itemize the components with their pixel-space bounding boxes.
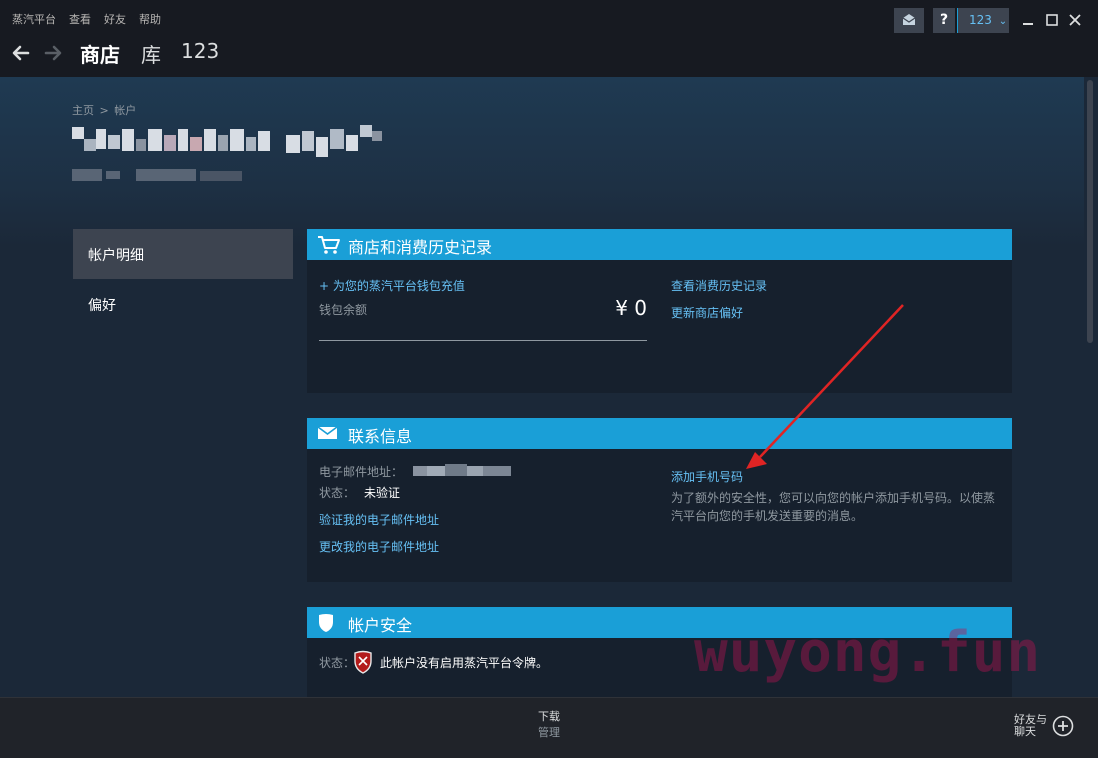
sidebar-item-preferences[interactable]: 偏好 [73, 279, 293, 329]
watermark: wuyong.fun [694, 620, 1042, 685]
add-funds-link[interactable]: + 为您的蒸汽平台钱包充值 [319, 277, 465, 294]
contact-info-header: 联系信息 [307, 418, 1012, 449]
close-icon[interactable] [1068, 13, 1082, 27]
shield-warning-icon [354, 650, 372, 674]
bottom-bar: 下载 管理 好友与 聊天 [0, 697, 1098, 758]
verify-email-link[interactable]: 验证我的电子邮件地址 [319, 511, 439, 528]
friends-chat-label-2: 聊天 [1014, 725, 1036, 738]
shield-icon [319, 614, 333, 632]
menu-view[interactable]: 查看 [69, 11, 91, 27]
back-arrow-icon[interactable] [8, 40, 34, 66]
add-phone-link[interactable]: 添加手机号码 [671, 468, 743, 485]
store-history-header: 商店和消费历史记录 [307, 229, 1012, 260]
forward-arrow-icon[interactable] [40, 40, 66, 66]
store-preferences-link[interactable]: 更新商店偏好 [671, 304, 743, 321]
store-history-panel: 商店和消费历史记录 + 为您的蒸汽平台钱包充值 钱包余额 ¥ 0 查看消费历史记… [307, 229, 1012, 393]
mail-icon [317, 426, 338, 439]
store-history-title: 商店和消费历史记录 [348, 238, 493, 257]
redacted-email [413, 464, 511, 476]
scrollbar-thumb[interactable] [1087, 80, 1093, 343]
breadcrumb-current: 帐户 [114, 104, 137, 117]
breadcrumb-separator: > [99, 104, 109, 117]
phone-description-line-1: 为了额外的安全性，您可以向您的帐户添加手机号码。以使蒸 [671, 491, 996, 505]
email-label: 电子邮件地址： [319, 465, 404, 479]
change-email-link[interactable]: 更改我的电子邮件地址 [319, 538, 439, 555]
contact-info-panel: 联系信息 电子邮件地址： 状态： 未验证 验证我的电子邮件地址 更改我的电子邮件… [307, 418, 1012, 582]
downloads-label: 下载 [538, 710, 560, 723]
email-status-label: 状态： [319, 486, 356, 500]
menu-friends[interactable]: 好友 [104, 11, 126, 27]
friends-chat-button[interactable]: 好友与 聊天 [1014, 714, 1047, 738]
menu-help[interactable]: 帮助 [139, 11, 161, 27]
account-name: 123 [969, 13, 992, 27]
title-bar: 蒸汽平台 查看 好友 帮助 商店 库 123 ? 123 ⌄ [0, 0, 1098, 77]
notifications-button[interactable] [894, 8, 924, 33]
divider [319, 340, 647, 341]
tab-library[interactable]: 库 [141, 39, 161, 68]
sidebar-item-account-details[interactable]: 帐户明细 [73, 229, 293, 279]
manage-label: 管理 [538, 726, 560, 739]
envelope-icon [902, 14, 916, 25]
downloads-button[interactable]: 下载 管理 [523, 708, 575, 740]
plus-circle-icon[interactable] [1052, 715, 1074, 737]
chevron-down-icon: ⌄ [998, 16, 1008, 27]
help-button[interactable]: ? [933, 8, 955, 33]
purchase-history-link[interactable]: 查看消费历史记录 [671, 277, 767, 294]
wallet-balance-amount: ¥ 0 [615, 296, 647, 320]
contact-info-title: 联系信息 [348, 427, 413, 446]
wallet-balance-label: 钱包余额 [319, 303, 368, 317]
minimize-icon[interactable] [1021, 13, 1035, 27]
cart-icon [318, 236, 340, 254]
account-menu-button[interactable]: 123 ⌄ [957, 8, 1009, 33]
maximize-icon[interactable] [1045, 13, 1059, 27]
guard-status-text: 此帐户没有启用蒸汽平台令牌。 [380, 656, 549, 670]
email-status-value: 未验证 [364, 486, 401, 500]
main-content: 主页 > 帐户 帐户明细 偏好 商店和消费历史记录 + 为您的蒸汽平台钱包充值 … [0, 77, 1084, 697]
account-security-title: 帐户安全 [348, 616, 413, 635]
redacted-account-name [72, 125, 382, 181]
phone-description-line-2: 汽平台向您的手机发送重要的消息。 [671, 509, 864, 523]
tab-username[interactable]: 123 [181, 39, 219, 63]
breadcrumb: 主页 > 帐户 [72, 102, 136, 118]
guard-status-label: 状态： [319, 656, 356, 670]
menu-steam[interactable]: 蒸汽平台 [12, 11, 56, 27]
tab-store[interactable]: 商店 [80, 39, 120, 68]
breadcrumb-home[interactable]: 主页 [72, 104, 94, 117]
